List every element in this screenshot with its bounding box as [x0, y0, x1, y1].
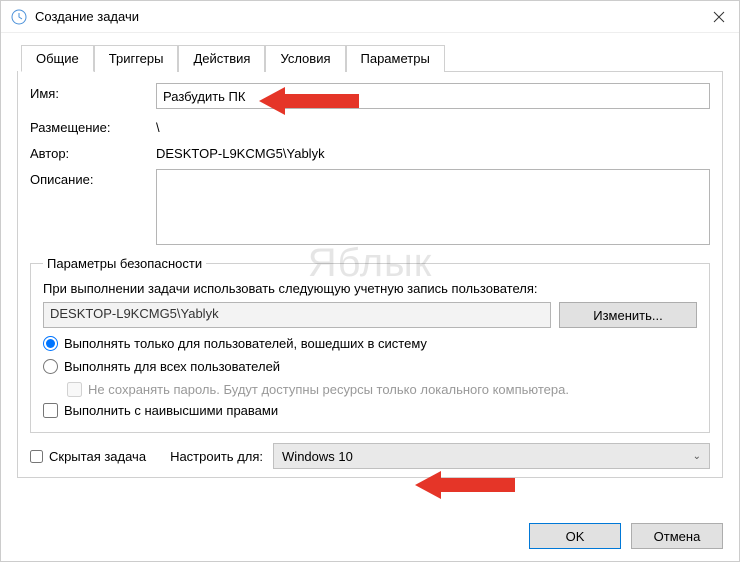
- configure-for-select[interactable]: Windows 10 ⌄: [273, 443, 710, 469]
- location-value: \: [156, 117, 710, 135]
- description-label: Описание:: [30, 169, 156, 187]
- general-panel: Имя: Размещение: \ Автор: DESKTOP-L9KCMG…: [17, 71, 723, 478]
- tab-triggers[interactable]: Триггеры: [94, 45, 179, 72]
- security-legend: Параметры безопасности: [43, 256, 206, 271]
- author-label: Автор:: [30, 143, 156, 161]
- account-field: DESKTOP-L9KCMG5\Yablyk: [43, 302, 551, 328]
- configure-for-label: Настроить для:: [170, 449, 263, 464]
- tab-settings[interactable]: Параметры: [346, 45, 445, 72]
- security-fieldset: Параметры безопасности При выполнении за…: [30, 256, 710, 433]
- highest-priv-checkbox[interactable]: [43, 403, 58, 418]
- ok-button[interactable]: OK: [529, 523, 621, 549]
- close-icon: [713, 11, 725, 23]
- tab-conditions[interactable]: Условия: [265, 45, 345, 72]
- configure-for-value: Windows 10: [282, 449, 353, 464]
- window-title: Создание задачи: [35, 9, 699, 24]
- tab-general[interactable]: Общие: [21, 45, 94, 72]
- highest-priv-label: Выполнить с наивысшими правами: [64, 403, 278, 418]
- radio-all-users-label: Выполнять для всех пользователей: [64, 359, 280, 374]
- name-label: Имя:: [30, 83, 156, 101]
- radio-logged-on-label: Выполнять только для пользователей, воше…: [64, 336, 427, 351]
- create-task-window: Создание задачи Общие Триггеры Действия …: [0, 0, 740, 562]
- dialog-footer: OK Отмена: [529, 523, 723, 549]
- hidden-task-checkbox[interactable]: [30, 450, 43, 463]
- description-input[interactable]: [156, 169, 710, 245]
- no-password-checkbox: [67, 382, 82, 397]
- use-account-text: При выполнении задачи использовать следу…: [43, 281, 697, 296]
- location-label: Размещение:: [30, 117, 156, 135]
- no-password-label: Не сохранять пароль. Будут доступны ресу…: [88, 382, 569, 397]
- titlebar: Создание задачи: [1, 1, 739, 33]
- hidden-task-label: Скрытая задача: [49, 449, 146, 464]
- name-input[interactable]: [156, 83, 710, 109]
- tab-actions[interactable]: Действия: [178, 45, 265, 72]
- clock-icon: [11, 9, 27, 25]
- radio-logged-on[interactable]: [43, 336, 58, 351]
- close-button[interactable]: [699, 1, 739, 33]
- chevron-down-icon: ⌄: [693, 451, 701, 462]
- author-value: DESKTOP-L9KCMG5\Yablyk: [156, 143, 710, 161]
- tab-strip: Общие Триггеры Действия Условия Параметр…: [21, 45, 723, 72]
- change-user-button[interactable]: Изменить...: [559, 302, 697, 328]
- radio-all-users[interactable]: [43, 359, 58, 374]
- cancel-button[interactable]: Отмена: [631, 523, 723, 549]
